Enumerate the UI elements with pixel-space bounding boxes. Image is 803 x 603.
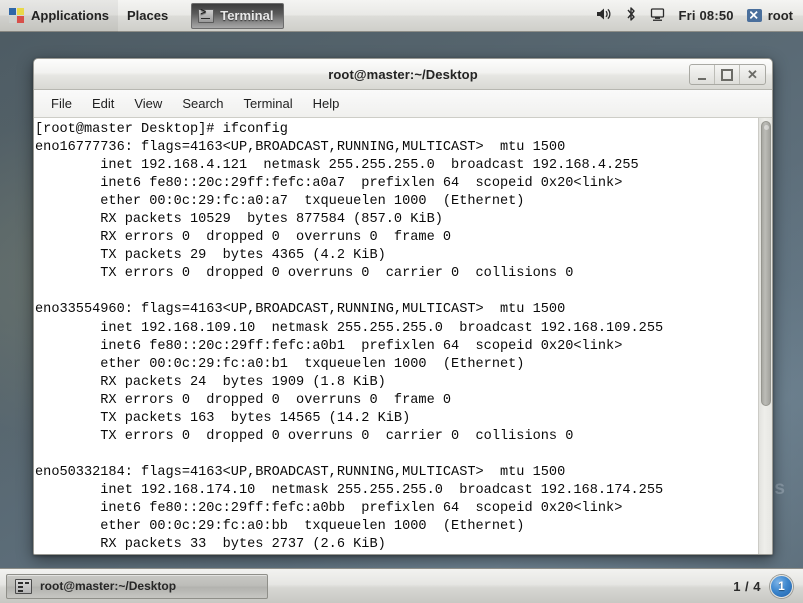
terminal-line: [root@master Desktop]# ifconfig xyxy=(35,122,288,137)
menu-edit[interactable]: Edit xyxy=(83,93,123,114)
system-tray: Fri 08:50 root xyxy=(596,6,803,25)
user-icon xyxy=(746,9,762,22)
terminal-line: inet 192.168.4.121 netmask 255.255.255.0… xyxy=(35,158,639,174)
terminal-line: inet 192.168.174.10 netmask 255.255.255.… xyxy=(35,482,664,498)
bottom-panel: root@master:~/Desktop 1 / 4 1 xyxy=(0,568,803,603)
terminal-line: RX packets 33 bytes 2737 (2.6 KiB) xyxy=(35,537,386,553)
panel-task-terminal[interactable]: Terminal xyxy=(191,2,285,29)
terminal-line: inet6 fe80::20c:29ff:fefc:a0bb prefixlen… xyxy=(35,500,623,516)
taskbar-item-label: root@master:~/Desktop xyxy=(40,579,177,593)
workspace-indicator[interactable]: 1 xyxy=(770,574,793,598)
terminal-line: ether 00:0c:29:fc:a0:bb txqueuelen 1000 … xyxy=(35,519,525,535)
terminal-line: eno50332184: flags=4163<UP,BROADCAST,RUN… xyxy=(35,464,566,480)
terminal-scrollbar[interactable] xyxy=(758,118,772,554)
terminal-icon xyxy=(15,578,32,594)
menu-view[interactable]: View xyxy=(125,93,171,114)
terminal-icon xyxy=(198,8,215,23)
window-controls: ✕ xyxy=(689,64,766,85)
clock[interactable]: Fri 08:50 xyxy=(678,8,733,23)
terminal-line: inet6 fe80::20c:29ff:fefc:a0a7 prefixlen… xyxy=(35,176,623,192)
terminal-line: TX errors 0 dropped 0 overruns 0 carrier… xyxy=(35,266,574,282)
terminal-line: ether 00:0c:29:fc:a0:a7 txqueuelen 1000 … xyxy=(35,194,525,210)
terminal-line: eno16777736: flags=4163<UP,BROADCAST,RUN… xyxy=(35,140,566,156)
terminal-line: inet6 fe80::20c:29ff:fefc:a0b1 prefixlen… xyxy=(35,338,623,354)
window-title: root@master:~/Desktop xyxy=(328,66,478,82)
terminal-line: RX errors 0 dropped 0 overruns 0 frame 0 xyxy=(35,392,452,408)
close-button[interactable]: ✕ xyxy=(740,65,765,84)
window-title-bar[interactable]: root@master:~/Desktop ✕ xyxy=(34,59,772,90)
network-display-icon[interactable] xyxy=(650,7,665,25)
bluetooth-icon[interactable] xyxy=(625,6,637,25)
places-menu-label: Places xyxy=(127,8,169,23)
terminal-line: TX errors 0 dropped 0 overruns 0 carrier… xyxy=(35,428,574,444)
speaker-icon[interactable] xyxy=(596,7,612,24)
maximize-button[interactable] xyxy=(715,65,740,84)
menu-help[interactable]: Help xyxy=(304,93,349,114)
terminal-line: RX packets 24 bytes 1909 (1.8 KiB) xyxy=(35,374,386,390)
terminal-output[interactable]: [root@master Desktop]# ifconfig eno167777… xyxy=(34,118,758,554)
user-menu[interactable]: root xyxy=(746,8,793,23)
panel-window-list: Terminal xyxy=(191,2,285,29)
minimize-button[interactable] xyxy=(690,65,715,84)
top-panel: Applications Places Terminal xyxy=(0,0,803,32)
terminal-line: inet 192.168.109.10 netmask 255.255.255.… xyxy=(35,320,664,336)
applications-menu[interactable]: Applications xyxy=(0,0,119,32)
user-menu-label: root xyxy=(767,8,793,23)
desktop: o.s Applications Places Terminal xyxy=(0,0,803,603)
menu-bar: File Edit View Search Terminal Help xyxy=(34,90,772,118)
terminal-line: RX packets 10529 bytes 877584 (857.0 KiB… xyxy=(35,212,443,228)
terminal-scrollbar-thumb[interactable] xyxy=(761,121,771,406)
terminal-line: ether 00:0c:29:fc:a0:b1 txqueuelen 1000 … xyxy=(35,356,525,372)
terminal-line: RX errors 0 dropped 0 overruns 0 frame 0 xyxy=(35,230,452,246)
terminal-line: eno33554960: flags=4163<UP,BROADCAST,RUN… xyxy=(35,302,566,318)
workspace-switcher: 1 / 4 1 xyxy=(733,574,797,598)
terminal-line: TX packets 163 bytes 14565 (14.2 KiB) xyxy=(35,410,411,426)
workspace-count-label: 1 / 4 xyxy=(733,578,761,594)
places-menu[interactable]: Places xyxy=(118,0,177,32)
menu-file[interactable]: File xyxy=(42,93,81,114)
menu-terminal[interactable]: Terminal xyxy=(235,93,302,114)
applications-menu-label: Applications xyxy=(31,8,110,23)
taskbar-item-terminal[interactable]: root@master:~/Desktop xyxy=(6,573,268,599)
terminal-body: [root@master Desktop]# ifconfig eno167777… xyxy=(34,118,772,554)
applications-icon xyxy=(9,7,25,24)
menu-search[interactable]: Search xyxy=(173,93,232,114)
terminal-line: TX packets 29 bytes 4365 (4.2 KiB) xyxy=(35,248,386,264)
terminal-window: root@master:~/Desktop ✕ File Edit View S… xyxy=(33,58,773,555)
panel-task-label: Terminal xyxy=(220,8,274,23)
